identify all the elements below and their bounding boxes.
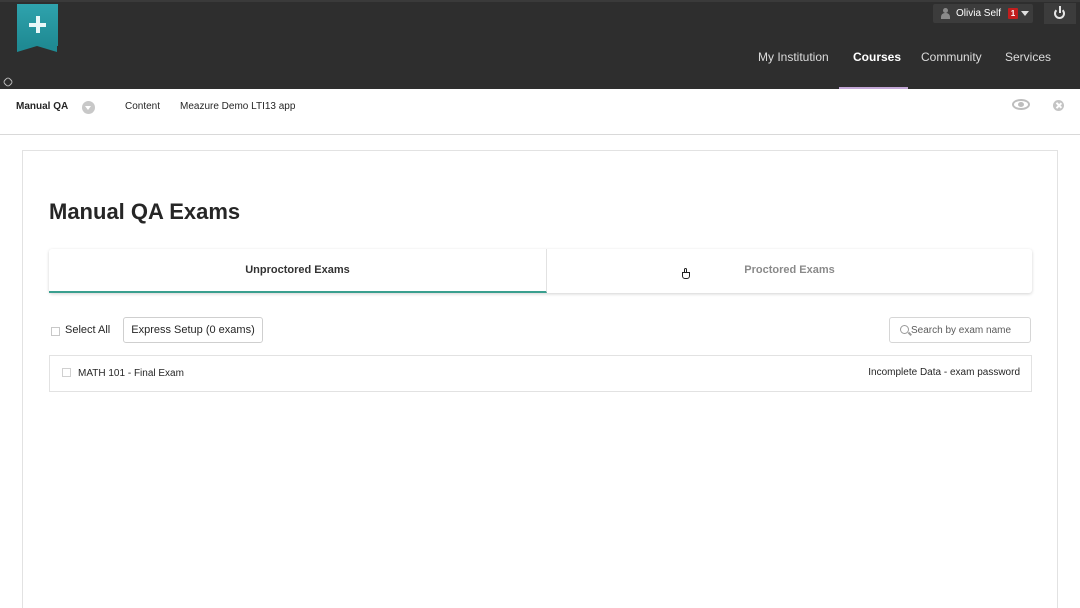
user-menu[interactable]: Olivia Self 1 xyxy=(933,4,1033,23)
nav-courses[interactable]: Courses xyxy=(853,50,901,64)
user-name: Olivia Self xyxy=(956,8,1002,19)
caret-down-icon[interactable] xyxy=(1021,11,1029,16)
table-row[interactable]: MATH 101 - Final Exam Incomplete Data - … xyxy=(49,355,1032,392)
chevron-down-icon[interactable] xyxy=(82,101,95,114)
breadcrumb-course[interactable]: Manual QA xyxy=(16,101,68,112)
express-setup-button[interactable]: Express Setup (0 exams) xyxy=(123,317,263,343)
search-icon xyxy=(900,325,909,334)
nav-my-institution[interactable]: My Institution xyxy=(758,50,829,64)
page-title: Manual QA Exams xyxy=(49,199,241,224)
plus-logo-icon[interactable] xyxy=(17,4,58,52)
breadcrumb: Manual QA Content Meazure Demo LTI13 app xyxy=(0,89,1080,135)
nav-services[interactable]: Services xyxy=(1005,50,1051,64)
breadcrumb-content[interactable]: Content xyxy=(125,101,160,112)
eye-icon[interactable] xyxy=(1012,99,1030,110)
nav-community[interactable]: Community xyxy=(921,50,982,64)
tab-proctored-exams[interactable]: Proctored Exams xyxy=(547,249,1032,293)
top-header: Olivia Self 1 My Institution Courses Com… xyxy=(0,0,1080,90)
content-panel: Manual QA Exams Unproctored Exams Procto… xyxy=(22,150,1058,608)
select-all-label[interactable]: Select All xyxy=(65,324,110,336)
breadcrumb-app: Meazure Demo LTI13 app xyxy=(180,101,296,112)
exam-tabs: Unproctored Exams Proctored Exams xyxy=(49,249,1032,293)
search-input[interactable] xyxy=(911,322,1029,338)
logout-button[interactable] xyxy=(1044,3,1076,24)
select-all-checkbox[interactable] xyxy=(51,327,60,336)
tab-unproctored-exams[interactable]: Unproctored Exams xyxy=(49,249,547,293)
exam-status: Incomplete Data - exam password xyxy=(868,367,1020,378)
exam-checkbox[interactable] xyxy=(62,368,71,377)
close-icon[interactable] xyxy=(1053,100,1064,111)
exam-name[interactable]: MATH 101 - Final Exam xyxy=(78,368,184,379)
search-box xyxy=(889,317,1031,343)
link-icon[interactable] xyxy=(2,76,14,88)
hand-cursor-icon xyxy=(681,268,691,280)
notification-badge[interactable]: 1 xyxy=(1008,8,1018,19)
plus-icon-v xyxy=(35,16,40,33)
user-icon xyxy=(941,8,950,19)
